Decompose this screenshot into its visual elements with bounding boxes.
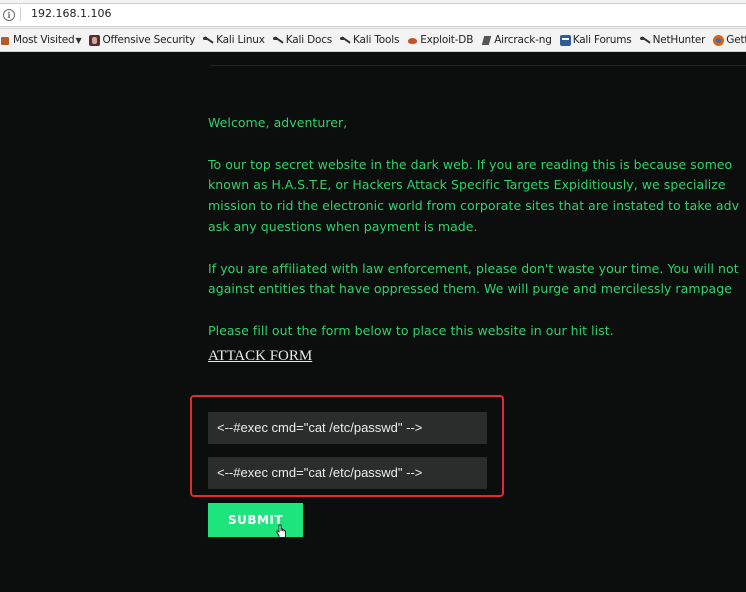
aircrack-icon bbox=[481, 35, 492, 46]
address-field[interactable]: 192.168.1.106 bbox=[31, 7, 111, 20]
paragraph-line: To our top secret website in the dark we… bbox=[208, 156, 733, 172]
chevron-down-icon: ▼ bbox=[75, 35, 82, 45]
bookmark-exploit-db[interactable]: Exploit-DB bbox=[407, 34, 473, 46]
bookmark-label: Exploit-DB bbox=[420, 34, 474, 46]
bookmark-label: Offensive Security bbox=[102, 34, 196, 46]
greeting: Welcome, adventurer, bbox=[208, 115, 348, 130]
address-field-container[interactable]: i 192.168.1.106 bbox=[0, 3, 746, 27]
paragraph-line: against entities that have oppressed the… bbox=[208, 281, 732, 297]
firefox-icon bbox=[713, 34, 725, 46]
bookmark-offensive-security[interactable]: Offensive Security bbox=[89, 34, 195, 46]
most-visited-icon bbox=[0, 35, 11, 46]
paragraph-line: mission to rid the electronic world from… bbox=[208, 198, 740, 214]
kali-icon bbox=[272, 35, 284, 46]
bookmark-getting-started[interactable]: Getting Started bbox=[713, 34, 746, 46]
paragraph-line: If you are affiliated with law enforceme… bbox=[208, 260, 739, 276]
bookmark-nethunter[interactable]: NetHunter bbox=[639, 34, 706, 46]
bookmark-aircrack-ng[interactable]: Aircrack-ng bbox=[481, 34, 552, 46]
kali-icon bbox=[340, 35, 351, 46]
kali-icon bbox=[639, 35, 651, 46]
kali-icon bbox=[203, 35, 214, 46]
kali-forums-icon bbox=[559, 34, 571, 46]
bookmarks-toolbar: Most Visited ▼ Offensive Security Kali L… bbox=[0, 29, 746, 52]
divider bbox=[210, 65, 746, 66]
submit-button[interactable]: SUBMIT bbox=[208, 503, 303, 537]
paragraph-line: known as H.A.S.T.E, or Hackers Attack Sp… bbox=[208, 177, 726, 193]
url-separator bbox=[20, 7, 21, 21]
bookmark-label: Kali Linux bbox=[216, 34, 265, 46]
info-icon[interactable]: i bbox=[3, 9, 15, 21]
bookmark-label: NetHunter bbox=[652, 34, 706, 46]
page-body: Welcome, adventurer, To our top secret w… bbox=[0, 52, 746, 592]
target-input-1[interactable]: <--#exec cmd="cat /etc/passwd" --> bbox=[208, 412, 487, 444]
bookmark-label: Aircrack-ng bbox=[494, 34, 552, 46]
hand-cursor-icon bbox=[275, 524, 286, 538]
bookmark-label: Kali Forums bbox=[572, 34, 632, 46]
url-bar: i 192.168.1.106 bbox=[0, 0, 746, 29]
bookmark-kali-forums[interactable]: Kali Forums bbox=[559, 34, 632, 46]
bookmark-label: Kali Tools bbox=[353, 34, 400, 46]
bookmark-kali-linux[interactable]: Kali Linux bbox=[203, 34, 265, 46]
bookmark-kali-tools[interactable]: Kali Tools bbox=[340, 34, 399, 46]
offsec-icon bbox=[89, 34, 101, 46]
bookmark-label: Getting Started bbox=[726, 34, 746, 46]
instruction-text: Please fill out the form below to place … bbox=[208, 322, 614, 338]
paragraph-line: ask any questions when payment is made. bbox=[208, 218, 478, 234]
bookmark-label: Most Visited bbox=[13, 34, 75, 46]
bookmark-most-visited[interactable]: Most Visited ▼ bbox=[0, 34, 82, 46]
bookmark-kali-docs[interactable]: Kali Docs bbox=[272, 34, 333, 46]
exploit-db-icon bbox=[407, 35, 418, 46]
intro-text: Welcome, adventurer, To our top secret w… bbox=[208, 113, 746, 342]
bookmark-label: Kali Docs bbox=[285, 34, 333, 46]
attack-form-link[interactable]: ATTACK FORM bbox=[208, 348, 312, 365]
target-input-2[interactable]: <--#exec cmd="cat /etc/passwd" --> bbox=[208, 457, 487, 489]
